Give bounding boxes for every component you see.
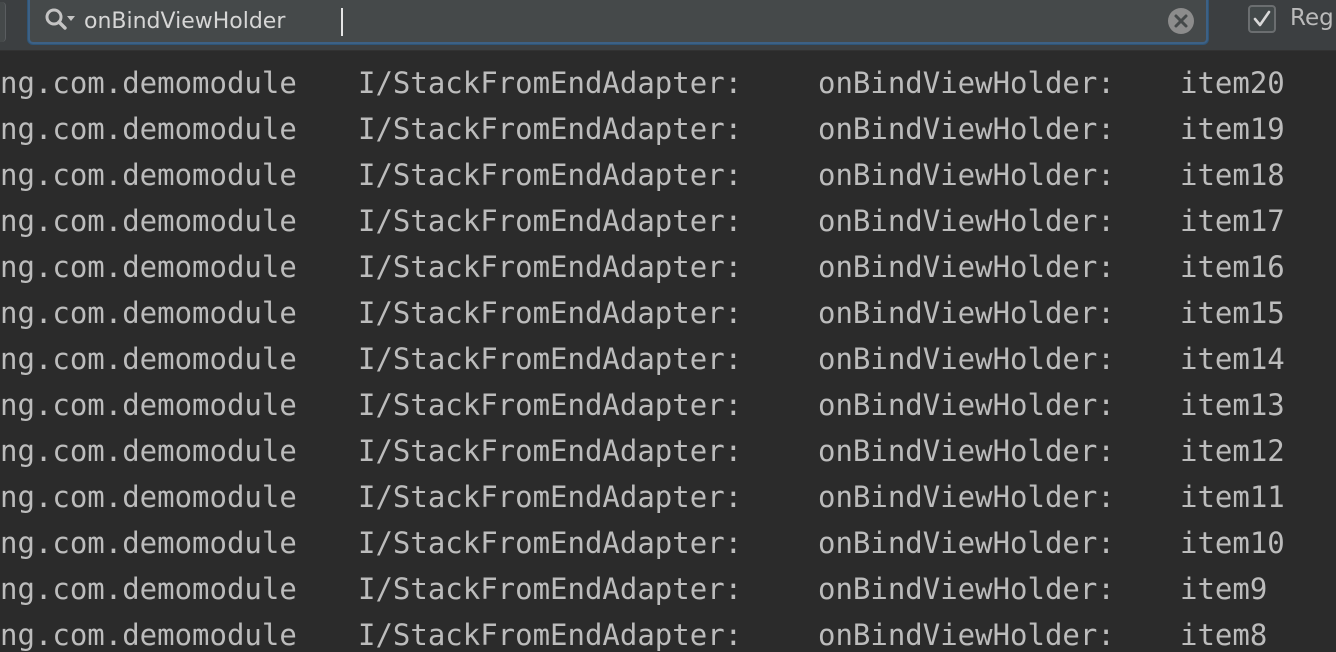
log-item: item11 xyxy=(1180,480,1285,514)
log-method: onBindViewHolder: xyxy=(818,342,1115,376)
log-item: item16 xyxy=(1180,250,1285,284)
regex-label[interactable]: Reg xyxy=(1290,5,1334,31)
filter-dropdown-edge[interactable] xyxy=(0,2,6,42)
log-method: onBindViewHolder: xyxy=(818,572,1115,606)
log-method: onBindViewHolder: xyxy=(818,296,1115,330)
log-tag: ng.com.demomodule xyxy=(0,526,297,560)
log-item: item9 xyxy=(1180,572,1268,606)
log-item: item10 xyxy=(1180,526,1285,560)
log-source: I/StackFromEndAdapter: xyxy=(358,526,743,560)
regex-checkbox[interactable] xyxy=(1248,5,1276,33)
log-item: item15 xyxy=(1180,296,1285,330)
log-source: I/StackFromEndAdapter: xyxy=(358,250,743,284)
log-item: item8 xyxy=(1180,618,1268,652)
log-item: item13 xyxy=(1180,388,1285,422)
clear-search-icon[interactable] xyxy=(1167,7,1195,35)
search-field[interactable] xyxy=(28,0,1208,44)
log-source: I/StackFromEndAdapter: xyxy=(358,618,743,652)
log-tag: ng.com.demomodule xyxy=(0,618,297,652)
log-source: I/StackFromEndAdapter: xyxy=(358,388,743,422)
log-item: item14 xyxy=(1180,342,1285,376)
log-tag: ng.com.demomodule xyxy=(0,204,297,238)
log-method: onBindViewHolder: xyxy=(818,434,1115,468)
log-item: item17 xyxy=(1180,204,1285,238)
search-dropdown-icon[interactable] xyxy=(44,7,78,33)
log-tag: ng.com.demomodule xyxy=(0,480,297,514)
logcat-output[interactable]: ng.com.demomodule I/StackFromEndAdapter: o… xyxy=(0,50,1336,652)
log-method: onBindViewHolder: xyxy=(818,204,1115,238)
logcat-toolbar: Reg xyxy=(0,0,1336,51)
log-source: I/StackFromEndAdapter: xyxy=(358,204,743,238)
log-item: item18 xyxy=(1180,158,1285,192)
log-method: onBindViewHolder: xyxy=(818,112,1115,146)
log-source: I/StackFromEndAdapter: xyxy=(358,342,743,376)
log-tag: ng.com.demomodule xyxy=(0,296,297,330)
text-caret xyxy=(341,8,343,36)
log-method: onBindViewHolder: xyxy=(818,66,1115,100)
log-method: onBindViewHolder: xyxy=(818,618,1115,652)
log-tag: ng.com.demomodule xyxy=(0,342,297,376)
log-tag: ng.com.demomodule xyxy=(0,388,297,422)
log-source: I/StackFromEndAdapter: xyxy=(358,296,743,330)
log-source: I/StackFromEndAdapter: xyxy=(358,572,743,606)
log-tag: ng.com.demomodule xyxy=(0,112,297,146)
checkmark-icon xyxy=(1253,10,1271,27)
log-source: I/StackFromEndAdapter: xyxy=(358,480,743,514)
log-tag: ng.com.demomodule xyxy=(0,250,297,284)
log-source: I/StackFromEndAdapter: xyxy=(358,434,743,468)
log-method: onBindViewHolder: xyxy=(818,250,1115,284)
log-method: onBindViewHolder: xyxy=(818,526,1115,560)
log-source: I/StackFromEndAdapter: xyxy=(358,112,743,146)
log-item: item19 xyxy=(1180,112,1285,146)
log-method: onBindViewHolder: xyxy=(818,158,1115,192)
log-tag: ng.com.demomodule xyxy=(0,434,297,468)
log-method: onBindViewHolder: xyxy=(818,388,1115,422)
log-source: I/StackFromEndAdapter: xyxy=(358,66,743,100)
log-tag: ng.com.demomodule xyxy=(0,572,297,606)
log-method: onBindViewHolder: xyxy=(818,480,1115,514)
log-item: item20 xyxy=(1180,66,1285,100)
log-item: item12 xyxy=(1180,434,1285,468)
log-tag: ng.com.demomodule xyxy=(0,66,297,100)
search-input[interactable] xyxy=(84,4,1164,38)
log-tag: ng.com.demomodule xyxy=(0,158,297,192)
log-source: I/StackFromEndAdapter: xyxy=(358,158,743,192)
